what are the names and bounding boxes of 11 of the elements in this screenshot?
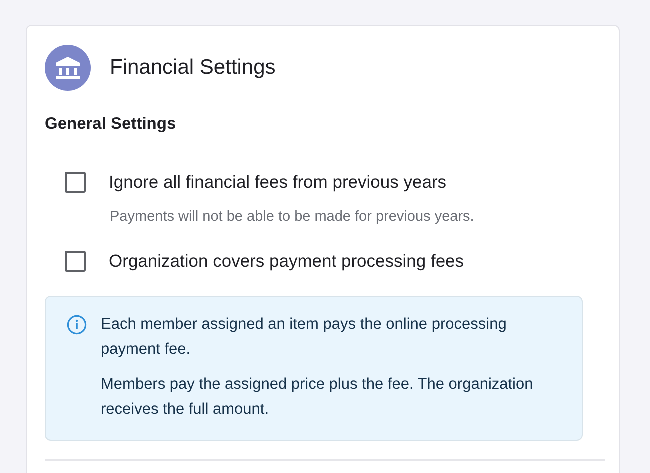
option-description: Payments will not be able to be made for previous years.	[110, 209, 476, 225]
card-title: Financial Settings	[110, 56, 276, 80]
info-icon	[67, 315, 87, 335]
info-text: Each member assigned an item pays the online processing payment fee.	[101, 315, 508, 360]
checkbox[interactable]	[65, 172, 86, 193]
bank-icon	[45, 45, 91, 91]
option-label: Ignore all financial fees from previous years	[109, 172, 447, 193]
checkbox[interactable]	[65, 251, 86, 272]
option-label: Organization covers payment processing fees	[109, 251, 464, 272]
info-text: Members pay the assigned price plus the fee. The organization receives the full amount.	[101, 375, 534, 420]
section-heading: General Settings	[45, 115, 178, 134]
